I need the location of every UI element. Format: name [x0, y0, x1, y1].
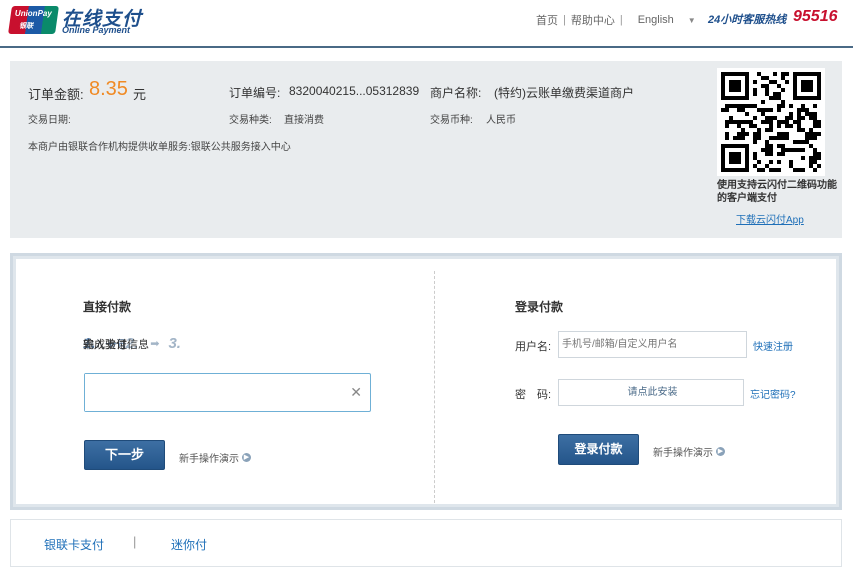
payment-area: 直接付款 1. 输入卡号 ➡ 2. 输入验证信息 ➡ 3. 完成支付 ✕ 下一步…: [10, 253, 842, 510]
card-number-field[interactable]: ✕: [84, 373, 371, 412]
type-value: 直接消费: [284, 115, 324, 126]
download-app-link[interactable]: 下载云闪付App: [736, 211, 804, 226]
arrow-right-icon: ➡: [150, 338, 160, 350]
date-label: 交易日期:: [28, 115, 71, 126]
provider-note: 本商户由银联合作机构提供收单服务:银联公共服务接入中心: [28, 142, 291, 153]
order-no-label: 订单编号:: [229, 86, 281, 100]
logo-en-text: UnionPay: [14, 9, 52, 18]
order-amount: 8.35: [89, 78, 128, 100]
nav-separator: |: [619, 14, 623, 26]
login-pay-button[interactable]: 登录付款: [558, 434, 639, 465]
direct-pay-title: 直接付款: [83, 300, 132, 314]
currency-label: 交易币种:: [430, 115, 473, 126]
mini-pay-tab[interactable]: 迷你付: [171, 536, 207, 553]
username-input[interactable]: 手机号/邮箱/自定义用户名: [558, 331, 747, 358]
currency-unit: 元: [133, 87, 147, 102]
top-nav: 首页 | 帮助中心 | English ▼: [536, 12, 696, 28]
hotline-label: 24小时客服热线: [708, 14, 787, 26]
register-link[interactable]: 快速注册: [753, 338, 793, 353]
password-install-link[interactable]: 请点此安装: [558, 379, 744, 406]
merchant-label: 商户名称:: [430, 86, 482, 100]
unionpay-logo: UnionPay 银联: [8, 6, 59, 34]
footer-separator: |: [133, 534, 137, 549]
hotline-number: 95516: [793, 8, 838, 25]
currency-value: 人民币: [486, 115, 516, 126]
site-subtitle: Online Payment: [62, 25, 131, 35]
direct-guide-label: 新手操作演示: [179, 454, 239, 465]
clear-icon[interactable]: ✕: [350, 384, 362, 401]
unionpay-card-tab[interactable]: 银联卡支付: [44, 536, 104, 553]
username-label: 用户名:: [515, 341, 552, 353]
forgot-password-link[interactable]: 忘记密码?: [750, 386, 796, 401]
logo-cn-text: 银联: [19, 23, 34, 30]
language-select[interactable]: English: [638, 14, 674, 26]
nav-separator: |: [563, 14, 566, 26]
step-3-number: 3.: [168, 335, 181, 352]
direct-guide-link[interactable]: 新手操作演示 ▶: [179, 450, 251, 465]
login-pay-title: 登录付款: [515, 300, 564, 314]
amount-label: 订单金额:: [28, 87, 84, 102]
step-3-label: 完成支付: [83, 338, 127, 351]
qr-instruction: 使用支持云闪付二维码功能的客户端支付: [717, 180, 837, 204]
merchant-name: (特约)云账单缴费渠道商户: [494, 86, 634, 100]
payment-panel: 直接付款 1. 输入卡号 ➡ 2. 输入验证信息 ➡ 3. 完成支付 ✕ 下一步…: [16, 259, 836, 504]
payment-method-bar: 银联卡支付 | 迷你付: [10, 519, 842, 567]
play-icon: ▶: [716, 447, 725, 456]
qr-code-graphic: [721, 72, 821, 172]
nav-home-link[interactable]: 首页: [536, 12, 558, 28]
order-no: 8320040215...05312839: [289, 84, 420, 98]
login-guide-label: 新手操作演示: [653, 448, 713, 459]
password-label: 密 码:: [515, 389, 552, 401]
order-info-panel: 订单金额: 8.35 元 订单编号: 8320040215...05312839…: [10, 61, 842, 238]
qr-code: [717, 68, 825, 176]
section-divider: [434, 271, 435, 503]
type-label: 交易种类:: [229, 115, 272, 126]
next-step-button[interactable]: 下一步: [84, 440, 165, 470]
login-guide-link[interactable]: 新手操作演示 ▶: [653, 444, 725, 459]
step-indicator: 1. 输入卡号 ➡ 2. 输入验证信息 ➡ 3. 完成支付: [83, 335, 184, 352]
site-header: UnionPay 银联 在线支付 Online Payment 首页 | 帮助中…: [0, 0, 853, 48]
nav-help-link[interactable]: 帮助中心: [571, 12, 615, 28]
chevron-down-icon[interactable]: ▼: [688, 16, 696, 25]
card-number-input[interactable]: [85, 374, 345, 411]
play-icon: ▶: [242, 453, 251, 462]
